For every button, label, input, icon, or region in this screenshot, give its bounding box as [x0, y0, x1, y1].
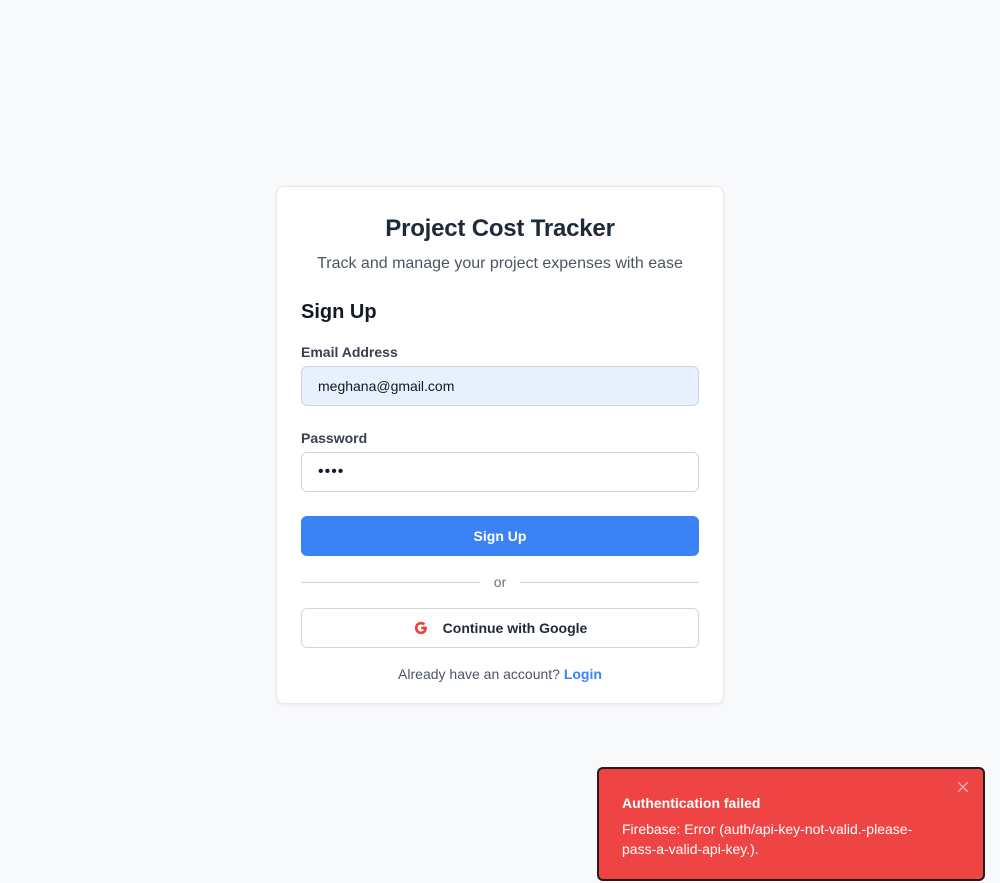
app-title: Project Cost Tracker — [385, 215, 615, 242]
toast-message: Firebase: Error (auth/api-key-not-valid.… — [622, 821, 913, 857]
email-label: Email Address — [301, 344, 398, 360]
login-link[interactable]: Login — [564, 666, 602, 682]
google-signin-button[interactable]: Continue with Google — [301, 608, 699, 648]
google-button-label: Continue with Google — [442, 620, 588, 636]
signup-card: Project Cost Tracker Track and manage yo… — [276, 186, 724, 704]
password-label: Password — [301, 430, 368, 446]
app-subtitle: Track and manage your project expenses w… — [317, 255, 683, 272]
login-prompt: Already have an account? Login — [301, 666, 699, 682]
email-input[interactable] — [301, 366, 699, 406]
google-g-icon — [413, 620, 429, 636]
sign-up-button[interactable]: Sign Up — [301, 516, 699, 556]
error-toast: Authentication failed Firebase: Error (a… — [597, 767, 985, 881]
toast-title: Authentication failed — [622, 795, 761, 811]
close-icon[interactable] — [955, 779, 971, 795]
or-divider: or — [301, 574, 700, 590]
divider-line-right — [520, 581, 700, 583]
divider-line-left — [301, 581, 480, 583]
login-prompt-text: Already have an account? — [398, 666, 560, 682]
divider-text: or — [493, 574, 507, 590]
password-input[interactable] — [301, 452, 699, 492]
form-title: Sign Up — [301, 301, 377, 323]
